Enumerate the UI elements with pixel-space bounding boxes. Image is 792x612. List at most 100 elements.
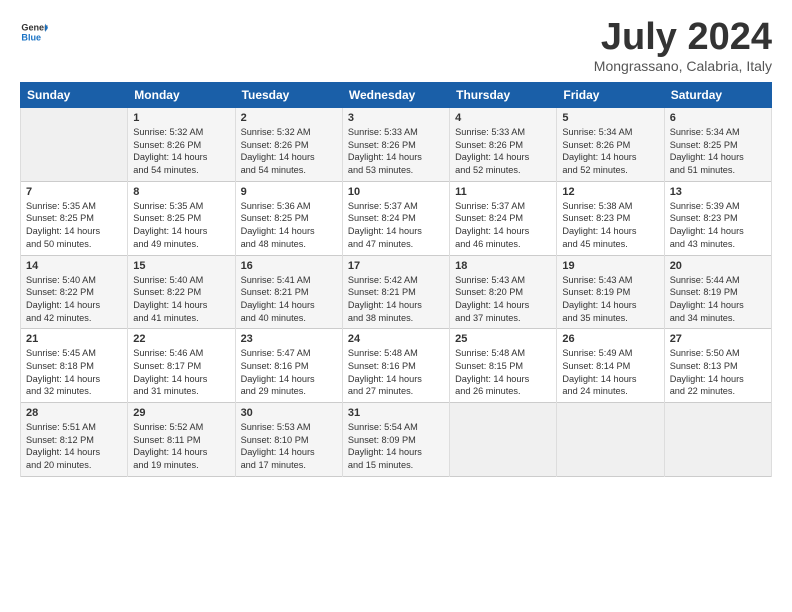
calendar-cell: 22Sunrise: 5:46 AM Sunset: 8:17 PM Dayli… <box>128 329 235 403</box>
calendar-cell: 4Sunrise: 5:33 AM Sunset: 8:26 PM Daylig… <box>450 108 557 182</box>
week-row-3: 14Sunrise: 5:40 AM Sunset: 8:22 PM Dayli… <box>21 255 772 329</box>
day-number: 25 <box>455 333 551 345</box>
day-number: 20 <box>670 260 766 272</box>
calendar-cell: 25Sunrise: 5:48 AM Sunset: 8:15 PM Dayli… <box>450 329 557 403</box>
calendar-cell <box>557 403 664 477</box>
col-tuesday: Tuesday <box>235 83 342 108</box>
calendar-cell: 28 Sunrise: 5:51 AM Sunset: 8:12 PM Dayli… <box>21 403 128 477</box>
day-info: Sunrise: 5:49 AM Sunset: 8:14 PM Dayligh… <box>562 347 658 398</box>
calendar-cell: 27Sunrise: 5:50 AM Sunset: 8:13 PM Dayli… <box>664 329 771 403</box>
day-info: Sunrise: 5:34 AM Sunset: 8:25 PM Dayligh… <box>670 126 766 177</box>
day-info: Sunrise: 5:45 AM Sunset: 8:18 PM Dayligh… <box>26 347 122 398</box>
day-number: 6 <box>670 112 766 124</box>
calendar-cell: 23Sunrise: 5:47 AM Sunset: 8:16 PM Dayli… <box>235 329 342 403</box>
calendar-cell: 30 Sunrise: 5:53 AM Sunset: 8:10 PM Dayli… <box>235 403 342 477</box>
day-info: Sunrise: 5:44 AM Sunset: 8:19 PM Dayligh… <box>670 274 766 325</box>
col-monday: Monday <box>128 83 235 108</box>
calendar-cell: 19Sunrise: 5:43 AM Sunset: 8:19 PM Dayli… <box>557 255 664 329</box>
week-row-1: 1 Sunrise: 5:32 AM Sunset: 8:26 PM Daylig… <box>21 108 772 182</box>
day-number: 29 <box>133 407 229 419</box>
col-sunday: Sunday <box>21 83 128 108</box>
title-block: July 2024 Mongrassano, Calabria, Italy <box>594 18 772 74</box>
calendar-cell: 1 Sunrise: 5:32 AM Sunset: 8:26 PM Daylig… <box>128 108 235 182</box>
calendar-cell: 16 Sunrise: 5:41 AM Sunset: 8:21 PM Dayli… <box>235 255 342 329</box>
svg-text:General: General <box>21 23 48 33</box>
day-number: 3 <box>348 112 444 124</box>
day-info: Sunrise: 5:32 AM Sunset: 8:26 PM Dayligh… <box>241 126 337 177</box>
month-title: July 2024 <box>594 18 772 56</box>
day-number: 27 <box>670 333 766 345</box>
day-number: 26 <box>562 333 658 345</box>
day-number: 11 <box>455 186 551 198</box>
day-info: Sunrise: 5:38 AM Sunset: 8:23 PM Dayligh… <box>562 200 658 251</box>
header-row: Sunday Monday Tuesday Wednesday Thursday… <box>21 83 772 108</box>
col-wednesday: Wednesday <box>342 83 449 108</box>
calendar-cell: 26 Sunrise: 5:49 AM Sunset: 8:14 PM Dayli… <box>557 329 664 403</box>
day-info: Sunrise: 5:36 AM Sunset: 8:25 PM Dayligh… <box>241 200 337 251</box>
day-number: 2 <box>241 112 337 124</box>
day-number: 31 <box>348 407 444 419</box>
col-saturday: Saturday <box>664 83 771 108</box>
calendar-cell: 5 Sunrise: 5:34 AM Sunset: 8:26 PM Daylig… <box>557 108 664 182</box>
day-number: 17 <box>348 260 444 272</box>
logo: General Blue <box>20 18 48 46</box>
day-info: Sunrise: 5:54 AM Sunset: 8:09 PM Dayligh… <box>348 421 444 472</box>
day-number: 30 <box>241 407 337 419</box>
day-number: 16 <box>241 260 337 272</box>
day-info: Sunrise: 5:51 AM Sunset: 8:12 PM Dayligh… <box>26 421 122 472</box>
day-info: Sunrise: 5:41 AM Sunset: 8:21 PM Dayligh… <box>241 274 337 325</box>
calendar-table: Sunday Monday Tuesday Wednesday Thursday… <box>20 82 772 477</box>
day-info: Sunrise: 5:33 AM Sunset: 8:26 PM Dayligh… <box>348 126 444 177</box>
calendar-cell <box>21 108 128 182</box>
day-info: Sunrise: 5:40 AM Sunset: 8:22 PM Dayligh… <box>26 274 122 325</box>
day-info: Sunrise: 5:40 AM Sunset: 8:22 PM Dayligh… <box>133 274 229 325</box>
day-number: 15 <box>133 260 229 272</box>
day-info: Sunrise: 5:35 AM Sunset: 8:25 PM Dayligh… <box>133 200 229 251</box>
calendar-cell: 17Sunrise: 5:42 AM Sunset: 8:21 PM Dayli… <box>342 255 449 329</box>
week-row-2: 7 Sunrise: 5:35 AM Sunset: 8:25 PM Daylig… <box>21 181 772 255</box>
calendar-cell: 6 Sunrise: 5:34 AM Sunset: 8:25 PM Daylig… <box>664 108 771 182</box>
day-info: Sunrise: 5:37 AM Sunset: 8:24 PM Dayligh… <box>455 200 551 251</box>
header: General Blue July 2024 Mongrassano, Cala… <box>20 18 772 74</box>
day-number: 10 <box>348 186 444 198</box>
day-number: 9 <box>241 186 337 198</box>
day-info: Sunrise: 5:52 AM Sunset: 8:11 PM Dayligh… <box>133 421 229 472</box>
day-number: 28 <box>26 407 122 419</box>
calendar-cell: 9 Sunrise: 5:36 AM Sunset: 8:25 PM Daylig… <box>235 181 342 255</box>
calendar-cell: 7Sunrise: 5:35 AM Sunset: 8:25 PM Daylig… <box>21 181 128 255</box>
day-info: Sunrise: 5:53 AM Sunset: 8:10 PM Dayligh… <box>241 421 337 472</box>
svg-text:Blue: Blue <box>21 32 41 42</box>
page: General Blue July 2024 Mongrassano, Cala… <box>0 0 792 612</box>
calendar-cell <box>450 403 557 477</box>
calendar-cell <box>664 403 771 477</box>
day-number: 5 <box>562 112 658 124</box>
day-number: 21 <box>26 333 122 345</box>
day-number: 7 <box>26 186 122 198</box>
calendar-cell: 18 Sunrise: 5:43 AM Sunset: 8:20 PM Dayli… <box>450 255 557 329</box>
day-info: Sunrise: 5:37 AM Sunset: 8:24 PM Dayligh… <box>348 200 444 251</box>
day-number: 12 <box>562 186 658 198</box>
week-row-4: 21 Sunrise: 5:45 AM Sunset: 8:18 PM Dayli… <box>21 329 772 403</box>
location: Mongrassano, Calabria, Italy <box>594 58 772 74</box>
day-number: 13 <box>670 186 766 198</box>
calendar-cell: 29 Sunrise: 5:52 AM Sunset: 8:11 PM Dayli… <box>128 403 235 477</box>
day-number: 8 <box>133 186 229 198</box>
day-number: 24 <box>348 333 444 345</box>
calendar-cell: 13 Sunrise: 5:39 AM Sunset: 8:23 PM Dayli… <box>664 181 771 255</box>
calendar-cell: 2 Sunrise: 5:32 AM Sunset: 8:26 PM Daylig… <box>235 108 342 182</box>
day-info: Sunrise: 5:39 AM Sunset: 8:23 PM Dayligh… <box>670 200 766 251</box>
day-info: Sunrise: 5:32 AM Sunset: 8:26 PM Dayligh… <box>133 126 229 177</box>
calendar-cell: 10 Sunrise: 5:37 AM Sunset: 8:24 PM Dayli… <box>342 181 449 255</box>
day-number: 1 <box>133 112 229 124</box>
calendar-cell: 12 Sunrise: 5:38 AM Sunset: 8:23 PM Dayli… <box>557 181 664 255</box>
calendar-cell: 21 Sunrise: 5:45 AM Sunset: 8:18 PM Dayli… <box>21 329 128 403</box>
calendar-cell: 31 Sunrise: 5:54 AM Sunset: 8:09 PM Dayli… <box>342 403 449 477</box>
calendar-cell: 24Sunrise: 5:48 AM Sunset: 8:16 PM Dayli… <box>342 329 449 403</box>
day-number: 18 <box>455 260 551 272</box>
day-info: Sunrise: 5:43 AM Sunset: 8:20 PM Dayligh… <box>455 274 551 325</box>
day-number: 23 <box>241 333 337 345</box>
day-info: Sunrise: 5:34 AM Sunset: 8:26 PM Dayligh… <box>562 126 658 177</box>
calendar-cell: 3 Sunrise: 5:33 AM Sunset: 8:26 PM Daylig… <box>342 108 449 182</box>
week-row-5: 28 Sunrise: 5:51 AM Sunset: 8:12 PM Dayli… <box>21 403 772 477</box>
col-thursday: Thursday <box>450 83 557 108</box>
